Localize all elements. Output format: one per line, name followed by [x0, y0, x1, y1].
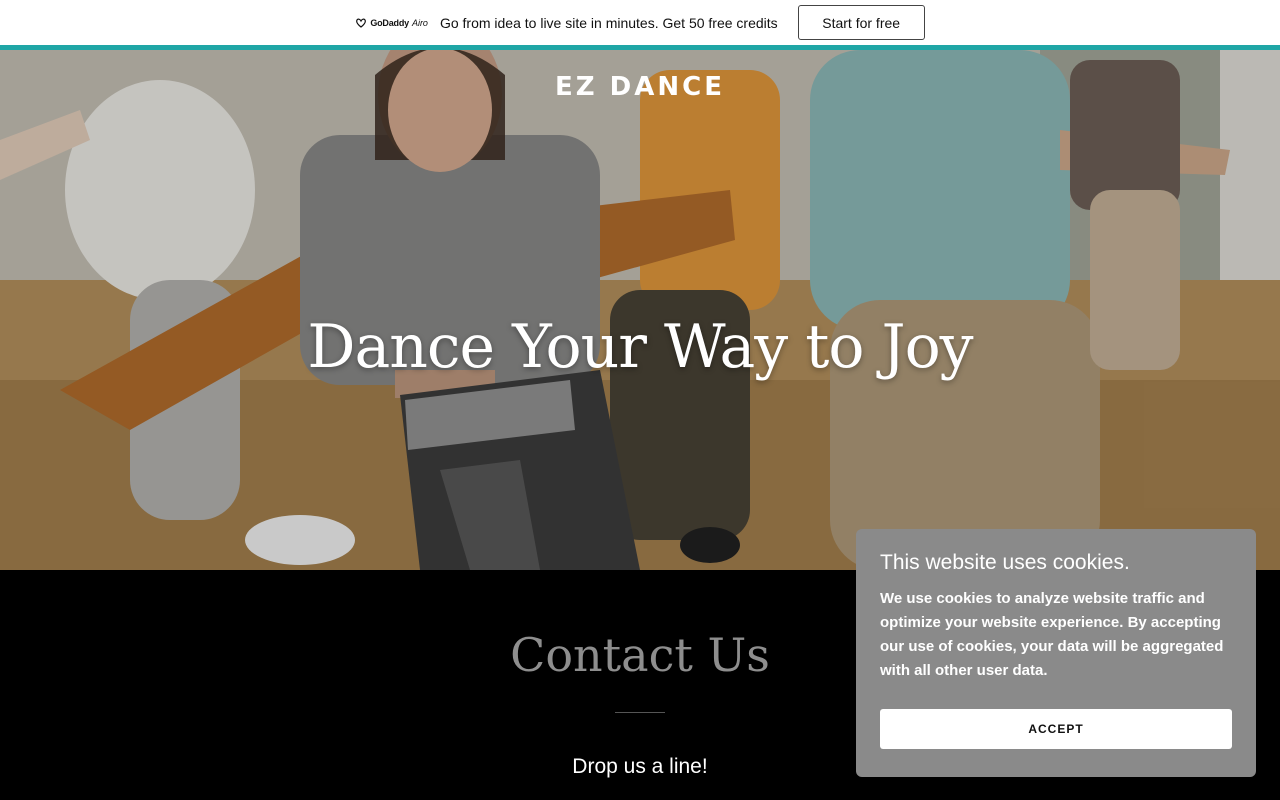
- accept-cookies-button[interactable]: ACCEPT: [880, 709, 1232, 749]
- promo-message: Go from idea to live site in minutes. Ge…: [439, 14, 778, 31]
- start-for-free-button[interactable]: Start for free: [797, 5, 925, 40]
- promo-bar: GoDaddy Airo Go from idea to live site i…: [0, 0, 1280, 45]
- brand-text: GoDaddy: [370, 17, 409, 28]
- cookie-title: This website uses cookies.: [880, 551, 1130, 574]
- site-title[interactable]: EZ DANCE: [0, 72, 1280, 102]
- contact-divider: [615, 712, 665, 713]
- godaddy-icon: [356, 18, 367, 28]
- cookie-banner: This website uses cookies. We use cookie…: [856, 529, 1256, 777]
- brand-sub: Airo: [411, 17, 428, 28]
- hero-overlay: [0, 50, 1280, 570]
- hero-heading: Dance Your Way to Joy: [307, 312, 973, 382]
- godaddy-logo[interactable]: GoDaddy Airo: [355, 18, 428, 28]
- cookie-body: We use cookies to analyze website traffi…: [880, 590, 1224, 679]
- hero-section: EZ DANCE Dance Your Way to Joy: [0, 50, 1280, 570]
